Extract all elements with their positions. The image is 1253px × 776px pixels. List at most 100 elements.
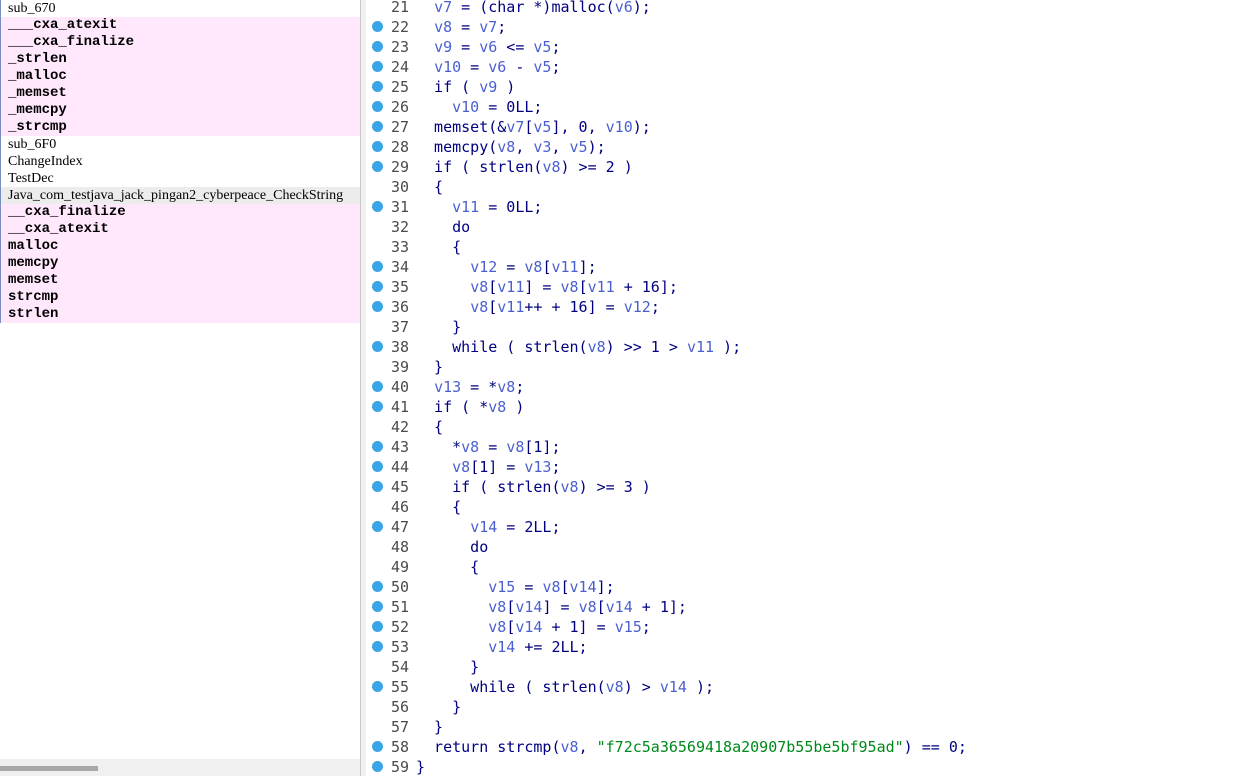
breakpoint-dot-icon[interactable] [372, 761, 383, 772]
code-line[interactable]: 36 v8[v11++ + 16] = v12; [366, 297, 1246, 317]
function-list-item[interactable]: _memcpy [0, 102, 360, 119]
breakpoint-dot-icon[interactable] [372, 141, 383, 152]
variable-token[interactable]: v8 [542, 158, 560, 176]
code-line[interactable]: 42 { [366, 417, 1246, 437]
function-list-item[interactable]: memset [0, 272, 360, 289]
variable-token[interactable]: v3 [533, 138, 551, 156]
code-line[interactable]: 33 { [366, 237, 1246, 257]
code-line[interactable]: 49 { [366, 557, 1246, 577]
code-line[interactable]: 56 } [366, 697, 1246, 717]
variable-token[interactable]: v8 [452, 458, 470, 476]
variable-token[interactable]: v7 [506, 118, 524, 136]
code-line[interactable]: 24 v10 = v6 - v5; [366, 57, 1246, 77]
variable-token[interactable]: v9 [479, 78, 497, 96]
code-line[interactable]: 50 v15 = v8[v14]; [366, 577, 1246, 597]
code-line[interactable]: 47 v14 = 2LL; [366, 517, 1246, 537]
variable-token[interactable]: v8 [542, 578, 560, 596]
variable-token[interactable]: v14 [606, 598, 633, 616]
variable-token[interactable]: v6 [615, 0, 633, 16]
variable-token[interactable]: v14 [470, 518, 497, 536]
variable-token[interactable]: v13 [524, 458, 551, 476]
variable-token[interactable]: v14 [660, 678, 687, 696]
breakpoint-dot-icon[interactable] [372, 741, 383, 752]
breakpoint-dot-icon[interactable] [372, 301, 383, 312]
breakpoint-dot-icon[interactable] [372, 621, 383, 632]
variable-token[interactable]: v5 [533, 58, 551, 76]
code-line[interactable]: 25 if ( v9 ) [366, 77, 1246, 97]
variable-token[interactable]: v8 [506, 438, 524, 456]
variable-token[interactable]: v14 [570, 578, 597, 596]
variable-token[interactable]: v10 [452, 98, 479, 116]
breakpoint-dot-icon[interactable] [372, 261, 383, 272]
variable-token[interactable]: v8 [561, 478, 579, 496]
variable-token[interactable]: v14 [488, 638, 515, 656]
function-list-item[interactable]: _malloc [0, 68, 360, 85]
code-line[interactable]: 31 v11 = 0LL; [366, 197, 1246, 217]
variable-token[interactable]: v8 [461, 438, 479, 456]
breakpoint-dot-icon[interactable] [372, 201, 383, 212]
variable-token[interactable]: v14 [515, 618, 542, 636]
variable-token[interactable]: v8 [524, 258, 542, 276]
function-list-item[interactable]: Java_com_testjava_jack_pingan2_cyberpeac… [0, 187, 360, 204]
variable-token[interactable]: v15 [615, 618, 642, 636]
code-line[interactable]: 28 memcpy(v8, v3, v5); [366, 137, 1246, 157]
breakpoint-dot-icon[interactable] [372, 161, 383, 172]
code-line[interactable]: 41 if ( *v8 ) [366, 397, 1246, 417]
breakpoint-dot-icon[interactable] [372, 41, 383, 52]
variable-token[interactable]: v7 [479, 18, 497, 36]
code-line[interactable]: 52 v8[v14 + 1] = v15; [366, 617, 1246, 637]
code-line[interactable]: 43 *v8 = v8[1]; [366, 437, 1246, 457]
variable-token[interactable]: v6 [479, 38, 497, 56]
function-list-item[interactable]: strlen [0, 306, 360, 323]
variable-token[interactable]: v11 [497, 298, 524, 316]
variable-token[interactable]: v12 [624, 298, 651, 316]
pseudocode-view[interactable]: 21 v7 = (char *)malloc(v6); 22 v8 = v7; 23… [366, 0, 1253, 776]
variable-token[interactable]: v11 [588, 278, 615, 296]
breakpoint-dot-icon[interactable] [372, 601, 383, 612]
variable-token[interactable]: v14 [515, 598, 542, 616]
breakpoint-dot-icon[interactable] [372, 61, 383, 72]
variable-token[interactable]: v8 [561, 278, 579, 296]
variable-token[interactable]: v8 [497, 378, 515, 396]
code-line[interactable]: 54 } [366, 657, 1246, 677]
code-line[interactable]: 32 do [366, 217, 1246, 237]
horizontal-scrollbar[interactable] [0, 759, 360, 776]
breakpoint-dot-icon[interactable] [372, 121, 383, 132]
code-line[interactable]: 35 v8[v11] = v8[v11 + 16]; [366, 277, 1246, 297]
breakpoint-dot-icon[interactable] [372, 461, 383, 472]
variable-token[interactable]: v15 [488, 578, 515, 596]
code-line[interactable]: 59} [366, 757, 1246, 776]
code-line[interactable]: 30 { [366, 177, 1246, 197]
code-line[interactable]: 57 } [366, 717, 1246, 737]
variable-token[interactable]: v12 [470, 258, 497, 276]
variable-token[interactable]: v11 [497, 278, 524, 296]
function-list-item[interactable]: __cxa_finalize [0, 204, 360, 221]
function-list-item[interactable]: strcmp [0, 289, 360, 306]
variable-token[interactable]: v8 [488, 598, 506, 616]
function-list-item[interactable]: _strlen [0, 51, 360, 68]
code-line[interactable]: 26 v10 = 0LL; [366, 97, 1246, 117]
code-line[interactable]: 34 v12 = v8[v11]; [366, 257, 1246, 277]
breakpoint-dot-icon[interactable] [372, 641, 383, 652]
code-line[interactable]: 46 { [366, 497, 1246, 517]
variable-token[interactable]: v8 [588, 338, 606, 356]
function-list-item[interactable]: ChangeIndex [0, 153, 360, 170]
variable-token[interactable]: v7 [434, 0, 452, 16]
breakpoint-dot-icon[interactable] [372, 21, 383, 32]
function-list-item[interactable]: memcpy [0, 255, 360, 272]
variable-token[interactable]: v8 [488, 618, 506, 636]
breakpoint-dot-icon[interactable] [372, 81, 383, 92]
breakpoint-dot-icon[interactable] [372, 101, 383, 112]
breakpoint-dot-icon[interactable] [372, 681, 383, 692]
variable-token[interactable]: v8 [470, 278, 488, 296]
function-list-item[interactable]: sub_670 [0, 0, 360, 17]
code-line[interactable]: 55 while ( strlen(v8) > v14 ); [366, 677, 1246, 697]
code-line[interactable]: 51 v8[v14] = v8[v14 + 1]; [366, 597, 1246, 617]
code-line[interactable]: 39 } [366, 357, 1246, 377]
variable-token[interactable]: v9 [434, 38, 452, 56]
variable-token[interactable]: v8 [561, 738, 579, 756]
variable-token[interactable]: v11 [551, 258, 578, 276]
variable-token[interactable]: v8 [470, 298, 488, 316]
variable-token[interactable]: v10 [606, 118, 633, 136]
variable-token[interactable]: v8 [497, 138, 515, 156]
